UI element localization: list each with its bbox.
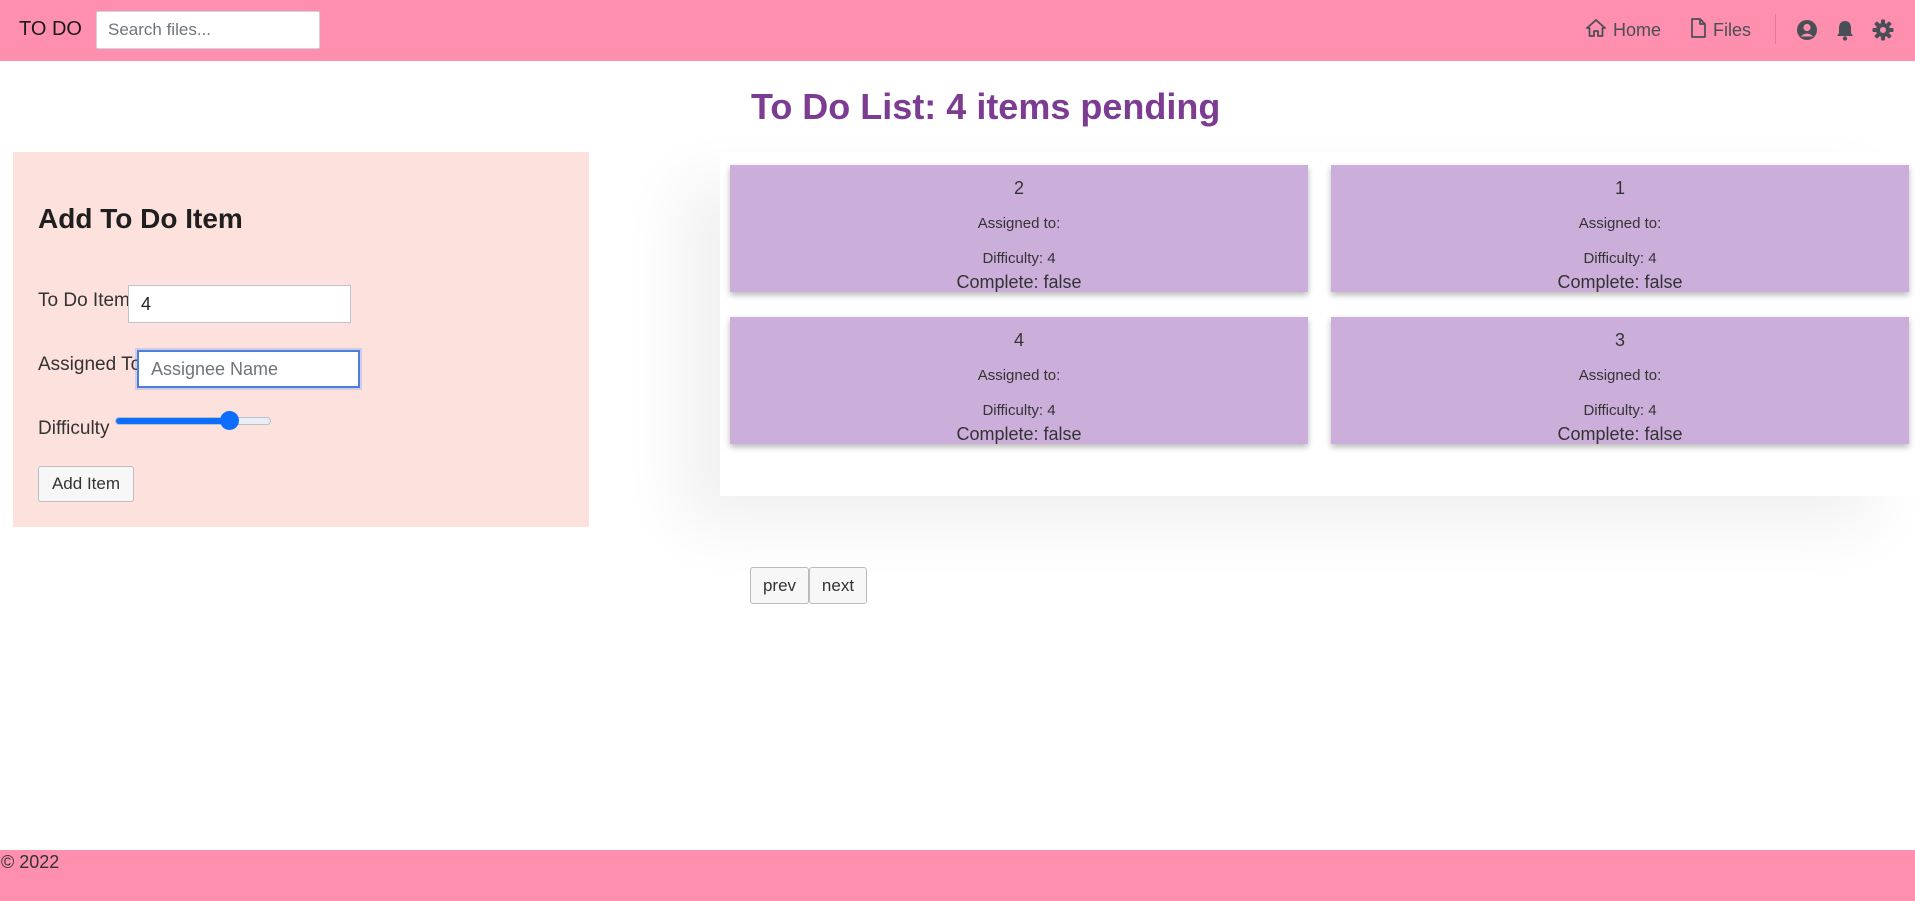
todo-card[interactable]: 3 Assigned to: Difficulty: 4 Complete: f… bbox=[1331, 317, 1909, 444]
card-complete: Complete: false bbox=[956, 424, 1082, 444]
add-todo-form: Add To Do Item To Do Item Assigned To Di… bbox=[13, 152, 589, 527]
next-page-button[interactable]: next bbox=[809, 567, 867, 604]
form-title: Add To Do Item bbox=[38, 203, 243, 234]
card-difficulty: Difficulty: 4 bbox=[1583, 402, 1657, 419]
nav-link-files-label: Files bbox=[1713, 19, 1752, 40]
card-complete: Complete: false bbox=[956, 272, 1082, 292]
card-item-text: 3 bbox=[1614, 330, 1625, 350]
assignee-input[interactable] bbox=[137, 350, 360, 388]
card-assigned: Assigned to: bbox=[977, 367, 1061, 384]
app-brand[interactable]: TO DO bbox=[19, 18, 82, 41]
card-difficulty: Difficulty: 4 bbox=[1583, 250, 1657, 267]
nav-link-files[interactable]: Files bbox=[1690, 17, 1751, 43]
nav-link-home-label: Home bbox=[1613, 19, 1662, 40]
difficulty-slider[interactable] bbox=[113, 410, 273, 430]
todo-item-label: To Do Item bbox=[38, 290, 130, 311]
nav-link-home[interactable]: Home bbox=[1586, 17, 1661, 43]
card-item-text: 2 bbox=[1013, 178, 1024, 198]
todo-card[interactable]: 2 Assigned to: Difficulty: 4 Complete: f… bbox=[730, 165, 1308, 292]
card-difficulty: Difficulty: 4 bbox=[982, 402, 1056, 419]
todo-list: 2 Assigned to: Difficulty: 4 Complete: f… bbox=[720, 152, 1915, 496]
top-navbar: TO DO Home Files bbox=[0, 0, 1915, 61]
slider-track bbox=[115, 417, 271, 425]
user-circle-icon[interactable] bbox=[1795, 18, 1819, 42]
todo-card[interactable]: 4 Assigned to: Difficulty: 4 Complete: f… bbox=[730, 317, 1308, 444]
card-item-text: 4 bbox=[1013, 330, 1024, 350]
todo-card[interactable]: 1 Assigned to: Difficulty: 4 Complete: f… bbox=[1331, 165, 1909, 292]
slider-thumb[interactable] bbox=[219, 411, 239, 430]
card-assigned: Assigned to: bbox=[1578, 367, 1662, 384]
nav-divider bbox=[1775, 14, 1776, 44]
card-assigned: Assigned to: bbox=[977, 215, 1061, 232]
gear-icon[interactable] bbox=[1871, 18, 1895, 42]
bell-icon[interactable] bbox=[1833, 18, 1857, 42]
card-complete: Complete: false bbox=[1557, 424, 1683, 444]
assigned-to-label: Assigned To bbox=[38, 354, 142, 375]
difficulty-label: Difficulty bbox=[38, 418, 110, 439]
home-icon bbox=[1586, 18, 1606, 42]
add-item-button[interactable]: Add Item bbox=[38, 466, 134, 502]
prev-page-button[interactable]: prev bbox=[750, 567, 809, 604]
slider-fill bbox=[116, 418, 230, 424]
card-complete: Complete: false bbox=[1557, 272, 1683, 292]
footer: © 2022 bbox=[0, 850, 1915, 901]
card-item-text: 1 bbox=[1614, 178, 1625, 198]
todo-item-input[interactable] bbox=[128, 285, 351, 323]
card-difficulty: Difficulty: 4 bbox=[982, 250, 1056, 267]
list-title: To Do List: 4 items pending bbox=[751, 86, 1221, 127]
file-icon bbox=[1690, 17, 1706, 43]
copyright-text: © 2022 bbox=[1, 852, 60, 872]
search-input[interactable] bbox=[96, 11, 320, 49]
card-assigned: Assigned to: bbox=[1578, 215, 1662, 232]
